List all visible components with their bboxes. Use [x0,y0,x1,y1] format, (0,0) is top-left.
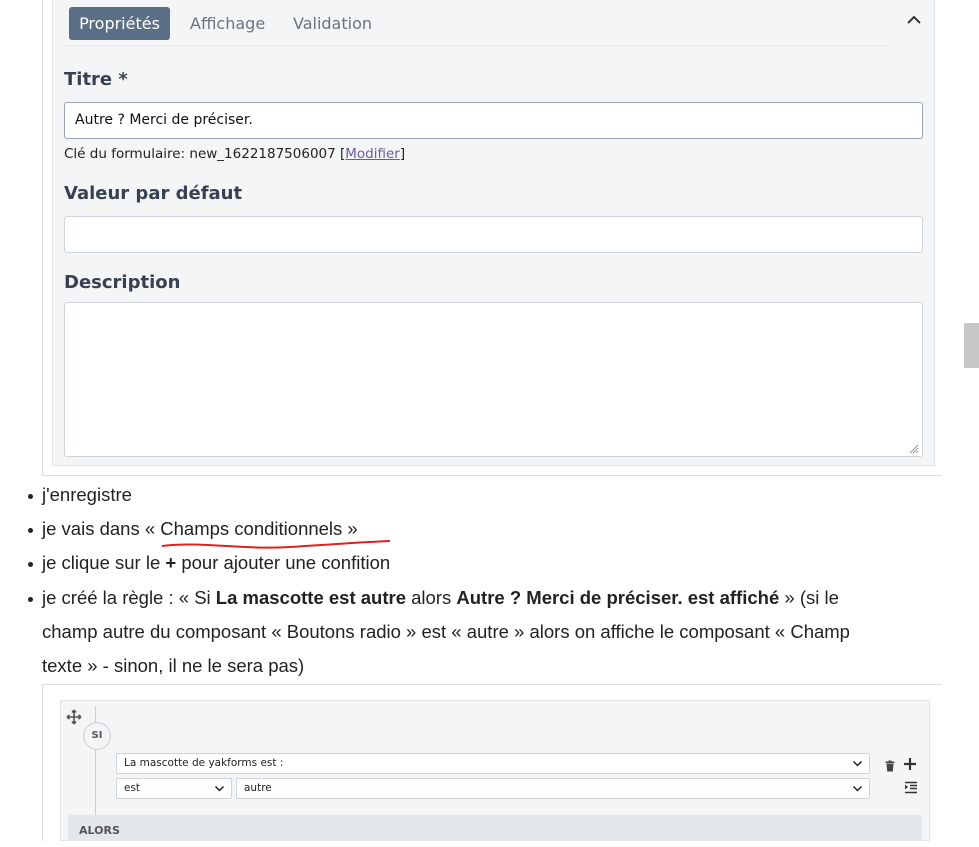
step-text: » (si le [779,587,839,608]
bullet [28,494,33,499]
field-select-value: La mascotte de yakforms est : [124,757,284,769]
bullet [28,528,33,533]
operator-select[interactable]: est [116,778,232,799]
chevron-up-icon[interactable] [902,8,926,32]
bullet [28,597,33,602]
chevron-down-icon [852,760,863,767]
container-border [42,0,43,476]
conditional-fields-highlight: « Champs conditionnels » [144,518,358,539]
rule-action: Autre ? Merci de préciser. est affiché [456,587,780,608]
step-text: alors [406,587,457,608]
modify-key-link[interactable]: Modifier [345,146,400,162]
alors-section-header: ALORS [68,815,922,841]
tab-proprietes[interactable]: Propriétés [69,7,170,40]
description-label: Description [64,272,181,293]
trash-icon[interactable] [884,759,896,772]
chevron-down-icon [214,785,225,792]
default-value-label: Valeur par défaut [64,183,243,204]
form-key-suffix: ] [399,146,406,162]
form-key-prefix: Clé du formulaire: new_1622187506007 [ [64,146,346,162]
si-badge: SI [83,722,111,750]
rule-condition: La mascotte est autre [215,587,406,608]
chevron-down-icon [852,785,863,792]
step-text: je vais dans [42,518,145,539]
title-input[interactable]: Autre ? Merci de préciser. [64,102,923,139]
step-create-rule-line3: texte » - sinon, il ne le sera pas) [42,655,305,676]
plus-symbol: + [165,552,177,573]
form-key-text: Clé du formulaire: new_1622187506007 [Mo… [64,146,405,162]
tabs-divider [64,45,890,46]
operator-select-value: est [124,782,141,794]
step-conditional-fields: je vais dans « Champs conditionnels » [42,518,358,540]
divider [42,475,942,476]
plus-icon[interactable] [903,757,917,771]
step-save: j'enregistre [42,484,132,505]
red-underline-annotation [161,540,391,549]
value-select-value: autre [244,782,272,794]
field-select[interactable]: La mascotte de yakforms est : [116,753,870,774]
title-label: Titre * [64,69,128,90]
scrollbar-thumb[interactable] [964,323,979,368]
description-textarea[interactable] [64,302,923,457]
default-value-input[interactable] [64,216,923,253]
bullet [28,562,33,567]
resize-handle-icon[interactable] [907,441,919,454]
step-add-condition: je clique sur le + pour ajouter une conf… [42,552,390,574]
indent-icon[interactable] [904,781,918,794]
move-icon[interactable] [66,709,82,725]
step-text: je clique sur le [42,552,166,573]
value-select[interactable]: autre [236,778,870,799]
tab-validation[interactable]: Validation [283,7,382,40]
step-text: pour ajouter une confition [176,552,391,573]
tab-affichage[interactable]: Affichage [180,7,275,40]
step-text: je créé la règle : « Si [42,587,216,608]
step-create-rule-line2: champ autre du composant « Boutons radio… [42,621,850,642]
step-create-rule: je créé la règle : « Si La mascotte est … [42,587,839,609]
